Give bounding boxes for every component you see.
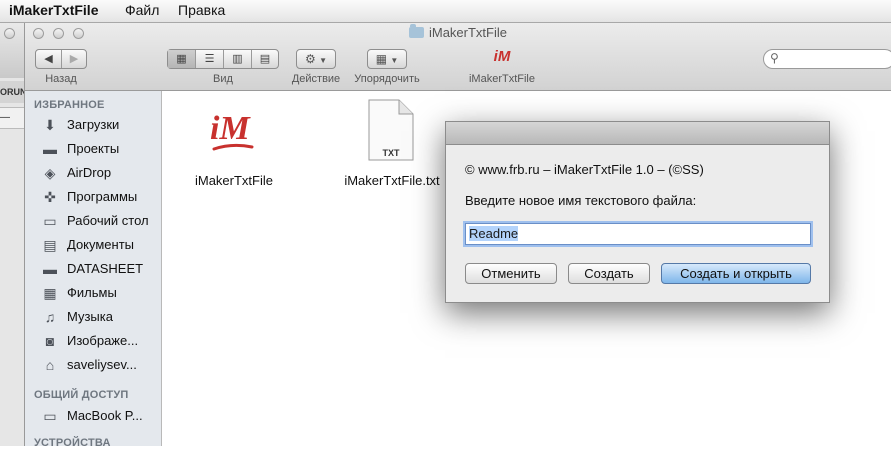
back-forward-control: ◀ ▶ — [35, 49, 87, 69]
sidebar-item-label: AirDrop — [67, 165, 112, 180]
sidebar-item-applications[interactable]: ✜ Программы — [41, 186, 161, 208]
view-control: ▦ ☰ ▥ ▤ — [167, 49, 279, 69]
file-item-app[interactable]: iM iMakerTxtFile — [184, 97, 284, 197]
search-icon: ⚲ — [770, 51, 779, 65]
background-window-toolbar — [0, 23, 24, 78]
sidebar-item-label: MacBook P... — [67, 408, 143, 423]
desktop-icon: ▭ — [43, 213, 57, 229]
search-field[interactable]: ⚲ — [763, 49, 891, 69]
sidebar-item-pictures[interactable]: ◙ Изображе... — [41, 330, 161, 352]
menubar: iMakerTxtFile Файл Правка — [0, 0, 891, 23]
app-shortcut-icon[interactable]: iM — [491, 48, 513, 68]
background-window-text: ORUN — [0, 81, 24, 103]
devices-header: УСТРОЙСТВА — [34, 437, 111, 449]
sidebar-item-home[interactable]: ⌂ saveliysev... — [41, 354, 161, 376]
sidebar-item-label: Музыка — [67, 309, 113, 324]
sidebar-item-label: Рабочий стол — [67, 213, 149, 228]
list-view-button[interactable]: ☰ — [196, 50, 224, 68]
chevron-down-icon: ▼ — [319, 56, 328, 65]
menu-app-name[interactable]: iMakerTxtFile — [9, 2, 98, 18]
arrange-label: Упорядочить — [354, 73, 420, 85]
action-button[interactable]: ⚙ ▼ — [296, 49, 336, 69]
sidebar-item-macbook[interactable]: ▭ MacBook P... — [41, 405, 161, 427]
new-file-dialog: © www.frb.ru – iMakerTxtFile 1.0 – (©SS)… — [445, 121, 830, 303]
airdrop-icon: ◈ — [44, 165, 56, 181]
sidebar-item-label: Изображе... — [67, 333, 139, 348]
grid-icon: ▦ — [176, 53, 187, 65]
home-icon: ⌂ — [45, 357, 55, 373]
svg-text:iM: iM — [210, 110, 251, 147]
window-title-text: iMakerTxtFile — [428, 25, 507, 40]
sidebar-item-label: Программы — [67, 189, 138, 204]
sidebar-item-music[interactable]: ♫ Музыка — [41, 306, 161, 328]
arrange-icon: ▦ — [375, 52, 388, 66]
favorites-header: ИЗБРАННОЕ — [34, 99, 105, 111]
sidebar-item-label: Загрузки — [67, 117, 120, 132]
documents-icon: ▤ — [43, 237, 57, 253]
folder-icon: ▬ — [43, 261, 57, 277]
icon-view-button[interactable]: ▦ — [168, 50, 196, 68]
forward-button[interactable]: ▶ — [62, 50, 86, 68]
sidebar-item-label: saveliysev... — [67, 357, 137, 372]
pictures-icon: ◙ — [45, 333, 55, 349]
background-window[interactable]: ORUN — — [0, 23, 25, 446]
chevron-left-icon: ◀ — [44, 53, 53, 65]
sidebar-item-label: Фильмы — [67, 285, 117, 300]
sidebar: ИЗБРАННОЕ ⬇ Загрузки ▬ Проекты ◈ AirDrop ✜ П… — [25, 91, 162, 449]
sidebar-item-desktop[interactable]: ▭ Рабочий стол — [41, 210, 161, 232]
background-window-field: — — [0, 107, 24, 129]
sidebar-item-label: DATASHEET — [67, 261, 144, 276]
coverflow-icon: ▤ — [259, 53, 271, 65]
sidebar-item-documents[interactable]: ▤ Документы — [41, 234, 161, 256]
sidebar-item-label: Проекты — [67, 141, 120, 156]
chevron-down-icon: ▼ — [390, 56, 399, 65]
gear-icon: ⚙ — [304, 52, 316, 66]
window-toolbar: iMakerTxtFile ◀ ▶ Назад ▦ ☰ ▥ ▤ Вид ⚙ ▼ … — [25, 23, 891, 91]
filename-input[interactable]: Readme — [465, 223, 811, 245]
back-label: Назад — [45, 73, 77, 85]
cancel-button[interactable]: Отменить — [465, 263, 557, 284]
app-shortcut-label: iMakerTxtFile — [468, 73, 535, 85]
list-icon: ☰ — [204, 53, 215, 65]
folder-icon: ▬ — [43, 141, 57, 157]
file-item-txt[interactable]: TXT iMakerTxtFile.txt — [332, 97, 452, 197]
app-logo-icon: iM — [210, 110, 254, 151]
menu-file[interactable]: Файл — [125, 2, 159, 18]
movies-icon: ▦ — [43, 285, 57, 301]
action-label: Действие — [291, 73, 341, 85]
search-input[interactable] — [784, 51, 891, 68]
sidebar-item-movies[interactable]: ▦ Фильмы — [41, 282, 161, 304]
file-type-badge: TXT — [382, 148, 400, 158]
shared-header: ОБЩИЙ ДОСТУП — [34, 389, 129, 401]
dialog-copyright: © www.frb.ru – iMakerTxtFile 1.0 – (©SS) — [465, 162, 704, 177]
download-icon: ⬇ — [44, 117, 56, 133]
sidebar-item-airdrop[interactable]: ◈ AirDrop — [41, 162, 161, 184]
sidebar-item-label: Документы — [67, 237, 135, 252]
columns-icon: ▥ — [232, 53, 243, 65]
create-and-open-button[interactable]: Создать и открыть — [661, 263, 811, 284]
file-name: iMakerTxtFile — [194, 173, 273, 188]
sidebar-item-datasheet[interactable]: ▬ DATASHEET — [41, 258, 161, 280]
music-icon: ♫ — [44, 309, 56, 325]
bg-close-button[interactable] — [4, 28, 15, 39]
applications-icon: ✜ — [44, 189, 56, 205]
sidebar-item-projects[interactable]: ▬ Проекты — [41, 138, 161, 160]
create-button[interactable]: Создать — [568, 263, 650, 284]
menu-edit[interactable]: Правка — [178, 2, 225, 18]
chevron-right-icon: ▶ — [69, 53, 79, 65]
filename-input-value: Readme — [469, 226, 519, 241]
file-name: iMakerTxtFile.txt — [344, 173, 440, 188]
window-title: iMakerTxtFile — [25, 24, 891, 40]
arrange-button[interactable]: ▦ ▼ — [367, 49, 407, 69]
view-label: Вид — [213, 73, 233, 85]
column-view-button[interactable]: ▥ — [224, 50, 252, 68]
back-button[interactable]: ◀ — [36, 50, 62, 68]
dialog-titlebar[interactable] — [446, 122, 829, 145]
sidebar-item-downloads[interactable]: ⬇ Загрузки — [41, 114, 161, 136]
dialog-prompt: Введите новое имя текстового файла: — [465, 193, 697, 208]
coverflow-view-button[interactable]: ▤ — [252, 50, 278, 68]
folder-icon — [408, 24, 424, 38]
computer-icon: ▭ — [43, 408, 57, 424]
